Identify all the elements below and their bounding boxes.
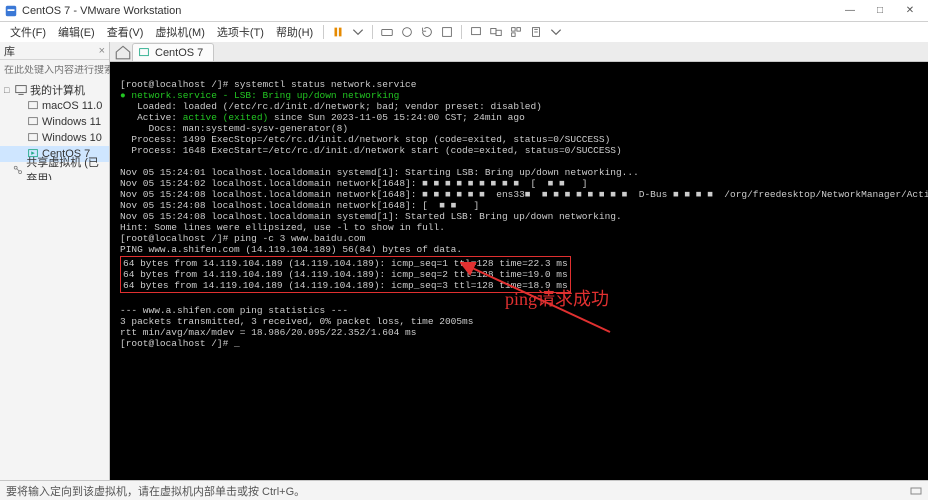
status-devices-icon[interactable] (910, 485, 922, 497)
tool-library-icon[interactable] (526, 23, 546, 41)
separator (323, 25, 324, 39)
vm-icon (137, 46, 151, 60)
titlebar: CentOS 7 - VMware Workstation ― □ ✕ (0, 0, 928, 22)
vm-icon (26, 99, 40, 113)
statusbar: 要将输入定向到该虚拟机，请在虚拟机内部单击或按 Ctrl+G。 (0, 480, 928, 500)
tree-root-mycomputer[interactable]: □ 我的计算机 (0, 82, 109, 98)
app-icon (4, 4, 18, 18)
menu-vm[interactable]: 虚拟机(M) (149, 24, 211, 40)
terminal[interactable]: [root@localhost /]# systemctl status net… (110, 62, 928, 480)
term-line: [root@localhost /]# systemctl status net… (120, 79, 416, 90)
menu-edit[interactable]: 编辑(E) (52, 24, 101, 40)
term-line: Nov 05 15:24:08 localhost.localdomain ne… (120, 200, 479, 211)
annotation-text: ping请求成功 (505, 294, 609, 305)
computer-icon (14, 83, 28, 97)
term-line: Nov 05 15:24:08 localhost.localdomain sy… (120, 211, 622, 222)
close-icon[interactable]: × (99, 45, 105, 57)
dropdown-icon[interactable] (546, 23, 566, 41)
sidebar-title: 库 (4, 43, 15, 59)
term-line: [root@localhost /]# _ (120, 338, 240, 349)
main-area: CentOS 7 [root@localhost /]# systemctl s… (110, 42, 928, 480)
sidebar-header: 库 × (0, 42, 109, 60)
minimize-button[interactable]: ― (836, 2, 864, 20)
term-line: Loaded: loaded (/etc/rc.d/init.d/network… (120, 101, 542, 112)
term-line: [root@localhost /]# ping -c 3 www.baidu.… (120, 233, 365, 244)
tree-item-macos[interactable]: macOS 11.0 (0, 98, 109, 114)
term-line: Docs: man:systemd-sysv-generator(8) (120, 123, 348, 134)
tree-label: 共享虚拟机 (已弃用) (26, 154, 109, 180)
term-line: PING www.a.shifen.com (14.119.104.189) 5… (120, 244, 462, 255)
term-line: Nov 05 15:24:01 localhost.localdomain sy… (120, 167, 639, 178)
term-line: --- www.a.shifen.com ping statistics --- (120, 305, 348, 316)
menubar: 文件(F) 编辑(E) 查看(V) 虚拟机(M) 选项卡(T) 帮助(H) (0, 22, 928, 42)
separator (372, 25, 373, 39)
tab-label: CentOS 7 (155, 47, 203, 59)
menu-help[interactable]: 帮助(H) (270, 24, 319, 40)
vm-icon (26, 131, 40, 145)
term-line: rtt min/avg/max/mdev = 18.986/20.095/22.… (120, 327, 416, 338)
tool-snapshot-icon[interactable] (397, 23, 417, 41)
term-line: 3 packets transmitted, 3 received, 0% pa… (120, 316, 473, 327)
term-line: Active: active (exited) since Sun 2023-1… (120, 112, 525, 123)
tool-unity-icon[interactable] (506, 23, 526, 41)
tool-ctrlaltdel-icon[interactable] (377, 23, 397, 41)
tree-label: macOS 11.0 (42, 100, 102, 112)
term-line: Nov 05 15:24:02 localhost.localdomain ne… (120, 178, 587, 189)
tree-item-win11[interactable]: Windows 11 (0, 114, 109, 130)
maximize-button[interactable]: □ (866, 2, 894, 20)
shared-icon (12, 163, 24, 177)
term-line: Process: 1499 ExecStop=/etc/rc.d/init.d/… (120, 134, 610, 145)
menu-view[interactable]: 查看(V) (101, 24, 150, 40)
menu-tabs[interactable]: 选项卡(T) (211, 24, 270, 40)
tool-fullscreen-icon[interactable] (466, 23, 486, 41)
term-line: Process: 1648 ExecStart=/etc/rc.d/init.d… (120, 145, 622, 156)
tab-centos7[interactable]: CentOS 7 (132, 43, 214, 61)
tab-bar: CentOS 7 (110, 42, 928, 62)
pause-icon[interactable] (328, 23, 348, 41)
tree-label: 我的计算机 (30, 82, 85, 98)
sidebar-search: ▼ (0, 60, 109, 80)
vm-tree: □ 我的计算机 macOS 11.0 Windows 11 Windows 10… (0, 80, 109, 180)
tool-multimonitor-icon[interactable] (486, 23, 506, 41)
tree-label: Windows 10 (42, 132, 102, 144)
term-line: Nov 05 15:24:08 localhost.localdomain ne… (120, 189, 928, 200)
window-title: CentOS 7 - VMware Workstation (22, 5, 836, 17)
dropdown-icon[interactable] (348, 23, 368, 41)
home-tab-icon[interactable] (114, 43, 132, 61)
vm-icon (26, 115, 40, 129)
tool-snapshot-manage-icon[interactable] (437, 23, 457, 41)
statusbar-text: 要将输入定向到该虚拟机，请在虚拟机内部单击或按 Ctrl+G。 (6, 483, 305, 499)
tree-label: Windows 11 (42, 116, 101, 128)
menu-file[interactable]: 文件(F) (4, 24, 52, 40)
separator (461, 25, 462, 39)
tool-snapshot-revert-icon[interactable] (417, 23, 437, 41)
close-button[interactable]: ✕ (896, 2, 924, 20)
tree-shared-vms[interactable]: 共享虚拟机 (已弃用) (0, 162, 109, 178)
sidebar: 库 × ▼ □ 我的计算机 macOS 11.0 Windows 11 (0, 42, 110, 480)
term-line: Hint: Some lines were ellipsized, use -l… (120, 222, 445, 233)
term-line: ● network.service - LSB: Bring up/down n… (120, 90, 399, 101)
tree-item-win10[interactable]: Windows 10 (0, 130, 109, 146)
